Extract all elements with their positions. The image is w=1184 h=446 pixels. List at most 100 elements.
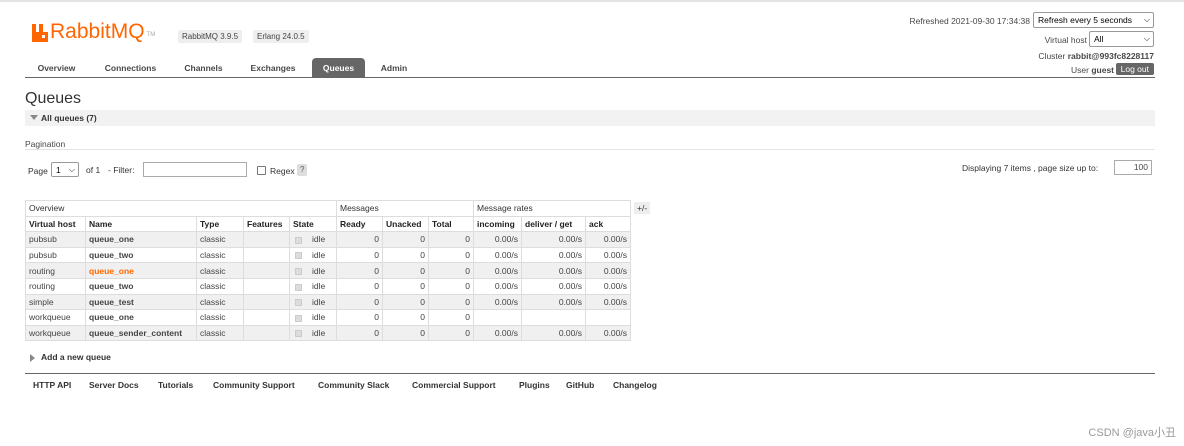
rabbit-icon bbox=[32, 24, 48, 42]
col-features[interactable]: Features bbox=[243, 215, 290, 233]
displaying-items-label: Displaying 7 items , page size up to: bbox=[962, 163, 1099, 173]
footer-link-github[interactable]: GitHub bbox=[566, 380, 594, 390]
tab-channels[interactable]: Channels bbox=[173, 58, 234, 78]
queue-name-link[interactable]: queue_two bbox=[85, 277, 197, 295]
unacked-cell: 0 bbox=[382, 309, 429, 326]
features-cell bbox=[243, 262, 290, 279]
col-state[interactable]: State bbox=[289, 215, 337, 233]
deliver-get-rate-cell: 0.00/s bbox=[521, 262, 586, 279]
deliver-get-rate-cell: 0.00/s bbox=[521, 277, 586, 295]
total-cell: 0 bbox=[428, 293, 474, 311]
total-cell: 0 bbox=[428, 277, 474, 295]
add-new-queue-toggle[interactable]: Add a new queue bbox=[30, 352, 111, 362]
table-row: routing queue_two classic idle 0 0 0 0.00/s 0.00… bbox=[25, 277, 631, 295]
footer-link-commercial-support[interactable]: Commercial Support bbox=[412, 380, 496, 390]
deliver-get-rate-cell: 0.00/s bbox=[521, 293, 586, 311]
tab-admin[interactable]: Admin bbox=[372, 58, 416, 78]
queue-name-link[interactable]: queue_sender_content bbox=[85, 324, 197, 342]
queue-name-link[interactable]: queue_one bbox=[85, 231, 197, 248]
page-size-input[interactable]: 100 bbox=[1114, 160, 1152, 175]
table-column-header: Virtual host Name Type Features State Re… bbox=[25, 215, 631, 233]
page-select[interactable]: 1 ⌵ bbox=[51, 162, 79, 177]
logo-trademark: TM bbox=[146, 32, 156, 38]
unacked-cell: 0 bbox=[382, 246, 429, 264]
add-new-queue-label: Add a new queue bbox=[41, 352, 111, 362]
regex-help-button[interactable]: ? bbox=[297, 164, 308, 176]
ready-cell: 0 bbox=[336, 277, 383, 295]
virtual-host-select[interactable]: All ⌵ bbox=[1089, 31, 1154, 47]
state-cell: idle bbox=[289, 246, 337, 264]
incoming-rate-cell: 0.00/s bbox=[473, 246, 522, 264]
col-virtual-host[interactable]: Virtual host bbox=[25, 215, 86, 233]
state-indicator-icon bbox=[295, 252, 302, 260]
ready-cell: 0 bbox=[336, 309, 383, 326]
incoming-rate-cell: 0.00/s bbox=[473, 324, 522, 342]
footer-link-community-slack[interactable]: Community Slack bbox=[318, 380, 389, 390]
table-row: pubsub queue_one classic idle 0 0 0 0.00/s 0.00/… bbox=[25, 231, 631, 248]
queue-name-link[interactable]: queue_one bbox=[85, 262, 197, 279]
top-rule bbox=[0, 0, 1184, 2]
total-cell: 0 bbox=[428, 246, 474, 264]
queue-name-link[interactable]: queue_two bbox=[85, 246, 197, 264]
all-queues-section-toggle[interactable]: All queues (7) bbox=[25, 110, 1155, 126]
col-ack[interactable]: ack bbox=[585, 215, 631, 233]
footer-link-http-api[interactable]: HTTP API bbox=[33, 380, 71, 390]
state-cell: idle bbox=[289, 309, 337, 326]
unacked-cell: 0 bbox=[382, 277, 429, 295]
footer-link-tutorials[interactable]: Tutorials bbox=[158, 380, 193, 390]
regex-checkbox[interactable] bbox=[257, 166, 266, 175]
incoming-rate-cell bbox=[473, 309, 522, 326]
incoming-rate-cell: 0.00/s bbox=[473, 277, 522, 295]
ack-rate-cell: 0.00/s bbox=[585, 262, 631, 279]
group-messages: Messages bbox=[336, 200, 474, 217]
state-cell: idle bbox=[289, 231, 337, 248]
footer-link-server-docs[interactable]: Server Docs bbox=[89, 380, 139, 390]
queue-name-link[interactable]: queue_one bbox=[85, 309, 197, 326]
queue-rows: pubsub queue_one classic idle 0 0 0 0.00/s 0.00/… bbox=[25, 231, 631, 342]
footer-link-community-support[interactable]: Community Support bbox=[213, 380, 295, 390]
deliver-get-rate-cell: 0.00/s bbox=[521, 246, 586, 264]
col-unacked[interactable]: Unacked bbox=[382, 215, 429, 233]
main-nav: Overview Connections Channels Exchanges … bbox=[25, 58, 1155, 78]
state-indicator-icon bbox=[295, 330, 302, 338]
refreshed-timestamp: Refreshed 2021-09-30 17:34:38 bbox=[909, 16, 1030, 26]
pagination-divider bbox=[25, 149, 1155, 150]
tab-exchanges[interactable]: Exchanges bbox=[241, 58, 305, 78]
features-cell bbox=[243, 293, 290, 311]
state-label: idle bbox=[312, 281, 326, 292]
col-type[interactable]: Type bbox=[196, 215, 244, 233]
features-cell bbox=[243, 309, 290, 326]
type-cell: classic bbox=[196, 262, 244, 279]
group-message-rates: Message rates bbox=[473, 200, 631, 217]
type-cell: classic bbox=[196, 309, 244, 326]
footer-divider bbox=[25, 373, 1155, 374]
column-toggle-button[interactable]: +/- bbox=[634, 202, 651, 214]
deliver-get-rate-cell bbox=[521, 309, 586, 326]
col-total[interactable]: Total bbox=[428, 215, 474, 233]
queue-name-link[interactable]: queue_test bbox=[85, 293, 197, 311]
vhost-cell: pubsub bbox=[25, 231, 86, 248]
state-indicator-icon bbox=[295, 283, 302, 291]
footer-link-changelog[interactable]: Changelog bbox=[613, 380, 657, 390]
footer-link-plugins[interactable]: Plugins bbox=[519, 380, 550, 390]
ready-cell: 0 bbox=[336, 293, 383, 311]
refresh-interval-select[interactable]: Refresh every 5 seconds ⌵ bbox=[1033, 12, 1154, 28]
incoming-rate-cell: 0.00/s bbox=[473, 262, 522, 279]
state-indicator-icon bbox=[295, 236, 302, 244]
virtual-host-label: Virtual host bbox=[1044, 35, 1087, 45]
col-deliver-get[interactable]: deliver / get bbox=[521, 215, 586, 233]
logo-text: RabbitMQ bbox=[50, 20, 145, 43]
type-cell: classic bbox=[196, 246, 244, 264]
unacked-cell: 0 bbox=[382, 262, 429, 279]
tab-queues[interactable]: Queues bbox=[312, 58, 365, 78]
rabbitmq-logo[interactable]: RabbitMQ TM bbox=[32, 20, 155, 42]
tab-connections[interactable]: Connections bbox=[95, 58, 166, 78]
col-name[interactable]: Name bbox=[85, 215, 197, 233]
features-cell bbox=[243, 246, 290, 264]
filter-input[interactable] bbox=[143, 162, 247, 177]
col-incoming[interactable]: incoming bbox=[473, 215, 522, 233]
ready-cell: 0 bbox=[336, 324, 383, 342]
watermark: CSDN @java小丑 bbox=[1088, 427, 1176, 439]
tab-overview[interactable]: Overview bbox=[25, 58, 88, 78]
col-ready[interactable]: Ready bbox=[336, 215, 383, 233]
